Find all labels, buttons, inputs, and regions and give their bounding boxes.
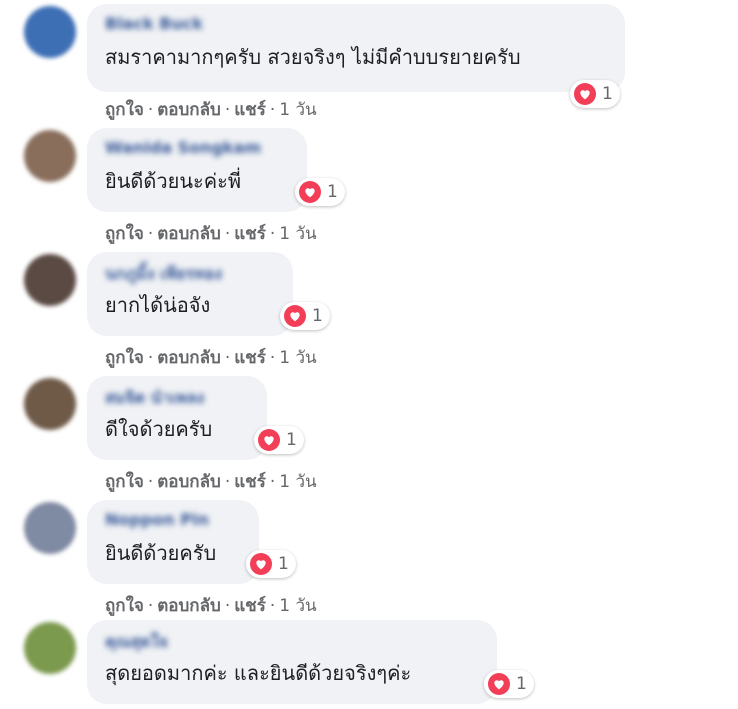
commenter-name[interactable]: สมจิต นำเพลง — [105, 386, 249, 407]
heart-icon — [299, 181, 321, 203]
avatar[interactable] — [24, 622, 76, 674]
share-link[interactable]: แชร์ — [234, 224, 266, 244]
reaction-count[interactable]: 1 — [484, 670, 534, 698]
comment-text: ยินดีด้วยนะค่ะพี่ — [105, 169, 242, 193]
reaction-count[interactable]: 1 — [246, 550, 296, 578]
reply-link[interactable]: ตอบกลับ — [157, 100, 221, 120]
comment-bubble: Noppon Pin ยินดีด้วยครับ — [87, 500, 259, 584]
avatar[interactable] — [24, 378, 76, 430]
timestamp[interactable]: 1 วัน — [279, 100, 316, 120]
heart-icon — [250, 553, 272, 575]
comment-bubble: Wanida Songkam ยินดีด้วยนะค่ะพี่ — [87, 128, 307, 212]
heart-icon — [574, 83, 596, 105]
timestamp[interactable]: 1 วัน — [279, 596, 316, 616]
comment-text: สุดยอดมากค่ะ และยินดีด้วยจริงๆค่ะ — [105, 661, 412, 685]
comment-actions: ถูกใจ · ตอบกลับ · แชร์ · 1 วัน — [105, 100, 317, 120]
avatar[interactable] — [24, 502, 76, 554]
comment-actions: ถูกใจ · ตอบกลับ · แชร์ · 1 วัน — [105, 596, 317, 616]
commenter-name[interactable]: คุณสุดใจ — [105, 630, 479, 651]
like-link[interactable]: ถูกใจ — [105, 100, 144, 120]
commenter-name[interactable]: Wanida Songkam — [105, 138, 289, 157]
comment-actions: ถูกใจ · ตอบกลับ · แชร์ · 1 วัน — [105, 224, 317, 244]
timestamp[interactable]: 1 วัน — [279, 348, 316, 368]
commenter-name[interactable]: Black Buck — [105, 14, 607, 33]
comment-bubble: Black Buck สมราคามากๆครับ สวยจริงๆ ไม่มี… — [87, 4, 625, 92]
reply-link[interactable]: ตอบกลับ — [157, 596, 221, 616]
comment-bubble: สมจิต นำเพลง ดีใจด้วยครับ — [87, 376, 267, 460]
avatar[interactable] — [24, 254, 76, 306]
heart-icon — [284, 305, 306, 327]
commenter-name[interactable]: นกภูมิ้ง เพียรทอง — [105, 262, 275, 283]
avatar[interactable] — [24, 6, 76, 58]
comment-bubble: คุณสุดใจ สุดยอดมากค่ะ และยินดีด้วยจริงๆค… — [87, 620, 497, 704]
comment-text: สมราคามากๆครับ สวยจริงๆ ไม่มีคำบบรยายครั… — [105, 45, 521, 69]
like-link[interactable]: ถูกใจ — [105, 348, 144, 368]
heart-icon — [258, 429, 280, 451]
share-link[interactable]: แชร์ — [234, 100, 266, 120]
comment-text: ยินดีด้วยครับ — [105, 541, 217, 565]
reaction-count[interactable]: 1 — [254, 426, 304, 454]
reaction-count[interactable]: 1 — [570, 80, 620, 108]
reply-link[interactable]: ตอบกลับ — [157, 472, 221, 492]
like-link[interactable]: ถูกใจ — [105, 472, 144, 492]
timestamp[interactable]: 1 วัน — [279, 224, 316, 244]
reaction-count[interactable]: 1 — [280, 302, 330, 330]
share-link[interactable]: แชร์ — [234, 596, 266, 616]
comment-text: ยากได้น่อจัง — [105, 293, 211, 317]
comment-actions: ถูกใจ · ตอบกลับ · แชร์ · 1 วัน — [105, 472, 317, 492]
share-link[interactable]: แชร์ — [234, 348, 266, 368]
reply-link[interactable]: ตอบกลับ — [157, 224, 221, 244]
heart-icon — [488, 673, 510, 695]
comment-actions: ถูกใจ · ตอบกลับ · แชร์ · 1 วัน — [105, 348, 317, 368]
timestamp[interactable]: 1 วัน — [279, 472, 316, 492]
comment-bubble: นกภูมิ้ง เพียรทอง ยากได้น่อจัง — [87, 252, 293, 336]
reaction-count[interactable]: 1 — [295, 178, 345, 206]
like-link[interactable]: ถูกใจ — [105, 596, 144, 616]
like-link[interactable]: ถูกใจ — [105, 224, 144, 244]
commenter-name[interactable]: Noppon Pin — [105, 510, 241, 529]
share-link[interactable]: แชร์ — [234, 472, 266, 492]
comment-text: ดีใจด้วยครับ — [105, 417, 213, 441]
avatar[interactable] — [24, 130, 76, 182]
reply-link[interactable]: ตอบกลับ — [157, 348, 221, 368]
